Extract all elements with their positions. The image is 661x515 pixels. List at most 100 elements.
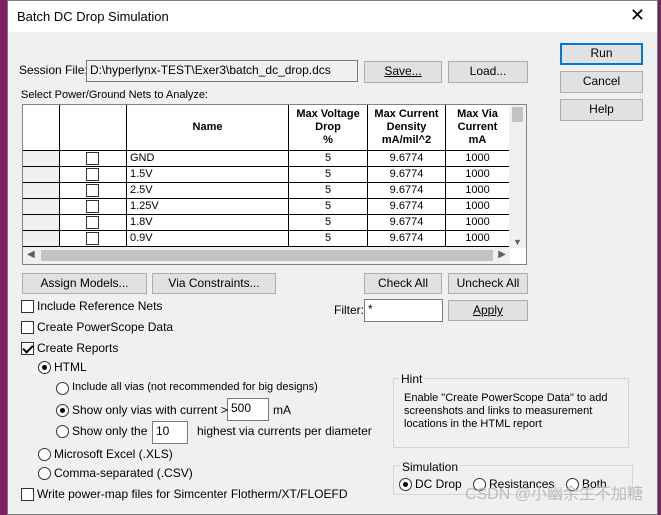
close-icon[interactable]: ✕: [630, 5, 645, 25]
net-name-cell: 1.8V: [127, 215, 289, 231]
table-row[interactable]: 0.9V 5 9.6774 1000: [23, 231, 510, 247]
via-current-cell[interactable]: 1000: [446, 231, 510, 247]
via-current-cell[interactable]: 1000: [446, 167, 510, 183]
voltage-drop-cell[interactable]: 5: [289, 167, 368, 183]
show-only-the-radio[interactable]: [56, 425, 69, 438]
current-density-cell[interactable]: 9.6774: [368, 151, 446, 167]
row-select-cell: [60, 199, 127, 215]
table-row[interactable]: 1.25V 5 9.6774 1000: [23, 199, 510, 215]
session-file-label: Session File:: [19, 63, 88, 77]
create-powerscope-label: Create PowerScope Data: [37, 320, 174, 334]
table-row[interactable]: 1.5V 5 9.6774 1000: [23, 167, 510, 183]
row-header: [23, 231, 60, 247]
row-header: [23, 215, 60, 231]
via-constraints-button[interactable]: Via Constraints...: [152, 273, 276, 294]
cancel-button[interactable]: Cancel: [560, 71, 643, 93]
row-checkbox[interactable]: [86, 184, 99, 197]
power-map-label: Write power-map files for Simcenter Flot…: [37, 487, 348, 501]
max-voltage-drop-header[interactable]: Max Voltage Drop%: [289, 105, 368, 151]
max-current-density-header[interactable]: Max Current Density mA/mil^2: [368, 105, 446, 151]
filter-label: Filter:: [334, 303, 364, 317]
excel-radio[interactable]: [38, 448, 51, 461]
save-button[interactable]: Save...: [364, 61, 442, 83]
include-ref-nets-checkbox[interactable]: [21, 300, 34, 313]
scroll-left-icon[interactable]: ◀: [27, 249, 35, 260]
table-row[interactable]: 1.8V 5 9.6774 1000: [23, 215, 510, 231]
current-unit-label: mA: [273, 403, 291, 417]
voltage-drop-cell[interactable]: 5: [289, 199, 368, 215]
check-all-button[interactable]: Check All: [364, 273, 442, 294]
voltage-drop-cell[interactable]: 5: [289, 183, 368, 199]
create-reports-checkbox[interactable]: [21, 342, 34, 355]
row-select-cell: [60, 215, 127, 231]
run-button[interactable]: Run: [560, 43, 643, 65]
row-checkbox[interactable]: [86, 168, 99, 181]
html-radio[interactable]: [38, 361, 51, 374]
net-name-cell: 2.5V: [127, 183, 289, 199]
hint-title: Hint: [399, 372, 425, 386]
row-checkbox[interactable]: [86, 200, 99, 213]
power-map-checkbox[interactable]: [21, 488, 34, 501]
row-checkbox[interactable]: [86, 152, 99, 165]
batch-dc-drop-dialog: Batch DC Drop Simulation ✕ Session File:…: [7, 0, 658, 515]
row-header: [23, 199, 60, 215]
apply-button[interactable]: Apply: [448, 300, 528, 321]
current-density-cell[interactable]: 9.6774: [368, 167, 446, 183]
current-density-cell[interactable]: 9.6774: [368, 199, 446, 215]
show-current-gt-label: Show only vias with current >: [72, 403, 228, 417]
current-threshold-input[interactable]: 500: [227, 398, 269, 421]
csv-radio[interactable]: [38, 467, 51, 480]
net-name-cell: 1.25V: [127, 199, 289, 215]
help-button[interactable]: Help: [560, 99, 643, 121]
html-label: HTML: [54, 360, 87, 374]
max-via-current-header[interactable]: Max Via Current mA: [446, 105, 510, 151]
current-density-cell[interactable]: 9.6774: [368, 231, 446, 247]
via-current-cell[interactable]: 1000: [446, 183, 510, 199]
dc-drop-label: DC Drop: [415, 477, 462, 491]
scroll-thumb[interactable]: [512, 107, 523, 122]
table-row[interactable]: GND 5 9.6774 1000: [23, 151, 510, 167]
row-checkbox[interactable]: [86, 232, 99, 245]
scroll-right-icon[interactable]: ▶: [498, 249, 506, 260]
dc-drop-radio[interactable]: [399, 478, 412, 491]
current-density-cell[interactable]: 9.6774: [368, 183, 446, 199]
row-header: [23, 167, 60, 183]
net-name-cell: 1.5V: [127, 167, 289, 183]
row-select-cell: [60, 231, 127, 247]
uncheck-all-button[interactable]: Uncheck All: [448, 273, 528, 294]
csv-label: Comma-separated (.CSV): [54, 466, 193, 480]
simulation-title: Simulation: [400, 460, 461, 474]
load-button[interactable]: Load...: [448, 61, 528, 83]
via-current-cell[interactable]: 1000: [446, 215, 510, 231]
top-n-input[interactable]: 10: [152, 421, 188, 444]
assign-models-button[interactable]: Assign Models...: [22, 273, 147, 294]
scroll-down-icon[interactable]: ▼: [513, 237, 522, 247]
row-select-cell: [60, 183, 127, 199]
excel-label: Microsoft Excel (.XLS): [54, 447, 173, 461]
show-current-gt-radio[interactable]: [56, 404, 69, 417]
desktop-background: [0, 0, 7, 515]
net-name-cell: 0.9V: [127, 231, 289, 247]
via-current-cell[interactable]: 1000: [446, 199, 510, 215]
create-powerscope-checkbox[interactable]: [21, 321, 34, 334]
nets-label: Select Power/Ground Nets to Analyze:: [21, 89, 209, 101]
name-column-header[interactable]: Name: [127, 105, 289, 151]
session-file-field[interactable]: D:\hyperlynx-TEST\Exer3\batch_dc_drop.dc…: [86, 60, 358, 82]
show-only-the-suffix: highest via currents per diameter: [197, 424, 372, 438]
horizontal-scrollbar[interactable]: ◀ ▶: [23, 247, 510, 264]
vertical-scrollbar[interactable]: ▼: [509, 105, 526, 248]
hscroll-thumb[interactable]: [41, 250, 493, 261]
filter-input[interactable]: *: [364, 299, 443, 322]
row-checkbox[interactable]: [86, 216, 99, 229]
voltage-drop-cell[interactable]: 5: [289, 215, 368, 231]
voltage-drop-cell[interactable]: 5: [289, 151, 368, 167]
include-all-vias-radio[interactable]: [56, 382, 69, 395]
table-row[interactable]: 2.5V 5 9.6774 1000: [23, 183, 510, 199]
current-density-cell[interactable]: 9.6774: [368, 215, 446, 231]
window-title: Batch DC Drop Simulation: [17, 9, 169, 24]
row-header: [23, 151, 60, 167]
row-header: [23, 183, 60, 199]
via-current-cell[interactable]: 1000: [446, 151, 510, 167]
net-name-cell: GND: [127, 151, 289, 167]
voltage-drop-cell[interactable]: 5: [289, 231, 368, 247]
